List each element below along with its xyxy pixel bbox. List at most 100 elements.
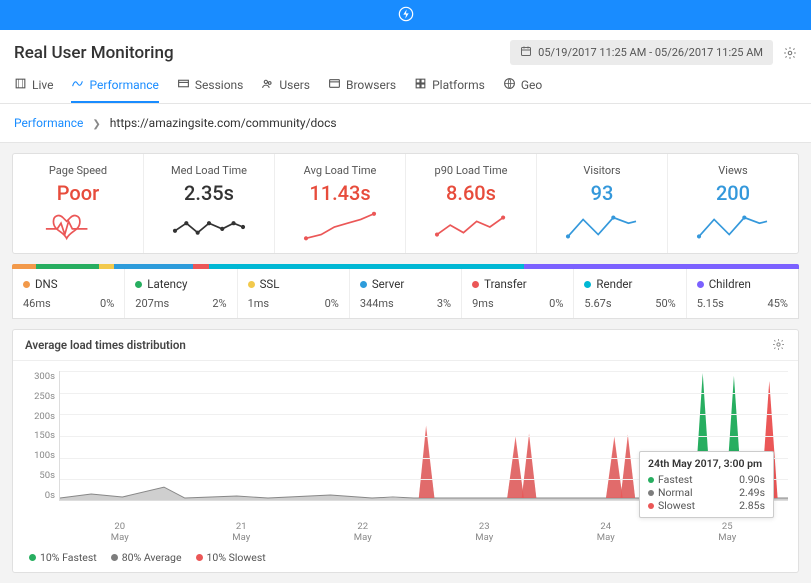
dot-icon — [29, 554, 36, 561]
metric-label: Page Speed — [17, 164, 139, 177]
timing-name: Render — [596, 277, 632, 291]
chart-title: Average load times distribution — [25, 338, 186, 352]
timing-ms: 1ms — [248, 297, 270, 310]
date-range-picker[interactable]: 05/19/2017 11:25 AM - 05/26/2017 11:25 A… — [510, 40, 773, 65]
y-tick: 0s — [23, 490, 55, 501]
tab-label: Performance — [89, 78, 158, 92]
metric-label: Views — [672, 164, 794, 177]
dot-icon — [360, 281, 367, 288]
y-tick: 200s — [23, 411, 55, 422]
metric-value: Poor — [17, 181, 139, 205]
x-tick: 23May — [424, 521, 546, 543]
metric-label: Visitors — [541, 164, 663, 177]
metric-value: 93 — [541, 181, 663, 205]
timing-cell: Children 5.15s45% — [687, 269, 798, 318]
metric-card: Med Load Time 2.35s — [144, 154, 275, 253]
dot-icon — [584, 281, 591, 288]
y-tick: 100s — [23, 450, 55, 461]
dot-icon — [196, 554, 203, 561]
timing-ms: 5.67s — [584, 297, 611, 310]
timing-name: Transfer — [484, 277, 527, 291]
timing-panel: DNS 46ms0% Latency 207ms2% SSL 1ms0% Ser… — [12, 264, 799, 319]
timing-pct: 0% — [549, 297, 563, 310]
platforms-icon — [414, 77, 427, 93]
chart-settings-gear-icon[interactable] — [772, 338, 786, 352]
tab-label: Platforms — [432, 78, 485, 92]
page-header: Real User Monitoring 05/19/2017 11:25 AM… — [0, 30, 811, 71]
tab-label: Users — [279, 78, 310, 92]
x-tick: 22May — [302, 521, 424, 543]
tab-sessions[interactable]: Sessions — [177, 71, 243, 103]
browsers-icon — [328, 77, 341, 93]
timing-cell: DNS 46ms0% — [13, 269, 125, 318]
top-brand-bar — [0, 0, 811, 30]
metric-label: Med Load Time — [148, 164, 270, 177]
calendar-icon — [520, 45, 532, 60]
metric-sparkline — [279, 209, 401, 245]
legend-item: 10% Slowest — [196, 551, 266, 564]
tab-users[interactable]: Users — [261, 71, 310, 103]
y-tick: 150s — [23, 430, 55, 441]
timing-cell: Latency 207ms 2% — [125, 269, 237, 318]
tooltip-title: 24th May 2017, 3:00 pm — [648, 457, 765, 470]
legend-item: 80% Average — [111, 551, 182, 564]
timing-ms: 207ms — [135, 297, 169, 310]
metric-card: Page Speed Poor — [13, 154, 144, 253]
dot-icon — [472, 281, 479, 288]
chart-tooltip: 24th May 2017, 3:00 pm Fastest0.90sNorma… — [639, 451, 774, 518]
timing-pct: 50% — [655, 297, 675, 310]
metric-value: 2.35s — [148, 181, 270, 205]
performance-icon — [71, 77, 84, 93]
timing-cell: Transfer 9ms 0% — [462, 269, 574, 318]
tooltip-row: Slowest2.85s — [648, 499, 765, 512]
y-tick: 300s — [23, 371, 55, 382]
page-title: Real User Monitoring — [14, 43, 174, 63]
timing-name: Children — [709, 277, 751, 291]
sessions-icon — [177, 77, 190, 93]
dot-icon — [648, 490, 654, 496]
timing-ms: 9ms — [472, 297, 494, 310]
metric-card: Views 200 — [668, 154, 798, 253]
tooltip-row: Normal2.49s — [648, 486, 765, 499]
breadcrumb-root[interactable]: Performance — [14, 116, 83, 130]
metric-card: Avg Load Time 11.43s — [275, 154, 406, 253]
chart-x-axis: 20May21May22May23May24May25May — [59, 521, 788, 543]
timing-pct: 2% — [212, 297, 226, 310]
tab-geo[interactable]: Geo — [503, 71, 542, 103]
legend-item: 10% Fastest — [29, 551, 97, 564]
timing-pct: 0% — [100, 297, 114, 310]
metric-value: 11.43s — [279, 181, 401, 205]
timing-pct: 0% — [325, 297, 339, 310]
date-range-text: 05/19/2017 11:25 AM - 05/26/2017 11:25 A… — [538, 46, 763, 59]
timing-name: SSL — [260, 277, 280, 291]
tab-browsers[interactable]: Browsers — [328, 71, 396, 103]
dot-icon — [648, 503, 654, 509]
distribution-chart-panel: Average load times distribution 300s 250s… — [12, 329, 799, 573]
metric-sparkline — [541, 209, 663, 245]
timing-cell: SSL 1ms 0% — [238, 269, 350, 318]
dot-icon — [248, 281, 255, 288]
settings-gear-icon[interactable] — [783, 46, 797, 60]
timing-cell: Render 5.67s 50% — [574, 269, 686, 318]
metric-value: 8.60s — [410, 181, 532, 205]
chevron-right-icon: ❯ — [92, 119, 100, 130]
dot-icon — [135, 281, 142, 288]
metric-sparkline — [410, 209, 532, 245]
users-icon — [261, 77, 274, 93]
tab-platforms[interactable]: Platforms — [414, 71, 485, 103]
breadcrumb-path: https://amazingsite.com/community/docs — [110, 116, 337, 130]
tab-live[interactable]: Live — [14, 71, 53, 103]
x-tick: 21May — [181, 521, 303, 543]
timing-name: Latency — [147, 277, 187, 291]
tooltip-row: Fastest0.90s — [648, 473, 765, 486]
x-tick: 20May — [59, 521, 181, 543]
timing-cell: Server 344ms3% — [350, 269, 462, 318]
timing-ms: 344ms — [360, 297, 394, 310]
timing-ms: 46ms — [23, 297, 51, 310]
timing-name: Server — [372, 277, 404, 291]
y-tick: 250s — [23, 391, 55, 402]
tab-label: Browsers — [346, 78, 396, 92]
tab-performance[interactable]: Performance — [71, 71, 158, 103]
dot-icon — [648, 477, 654, 483]
metric-card: p90 Load Time 8.60s — [406, 154, 537, 253]
